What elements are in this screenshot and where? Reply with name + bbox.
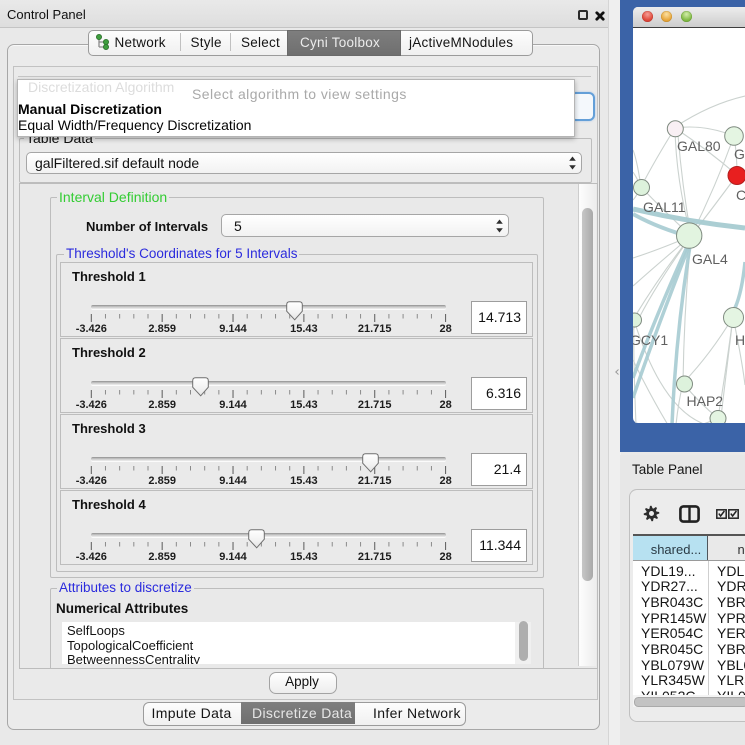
svg-text:C: C (736, 187, 745, 203)
svg-text:GAL11: GAL11 (643, 199, 686, 215)
svg-text:HAP2: HAP2 (687, 393, 724, 409)
svg-text:GAL4: GAL4 (692, 251, 728, 267)
svg-text:GA: GA (734, 146, 745, 162)
svg-text:GAL80: GAL80 (677, 138, 721, 154)
svg-text:H: H (735, 332, 745, 348)
svg-text:GCY1: GCY1 (633, 332, 668, 348)
